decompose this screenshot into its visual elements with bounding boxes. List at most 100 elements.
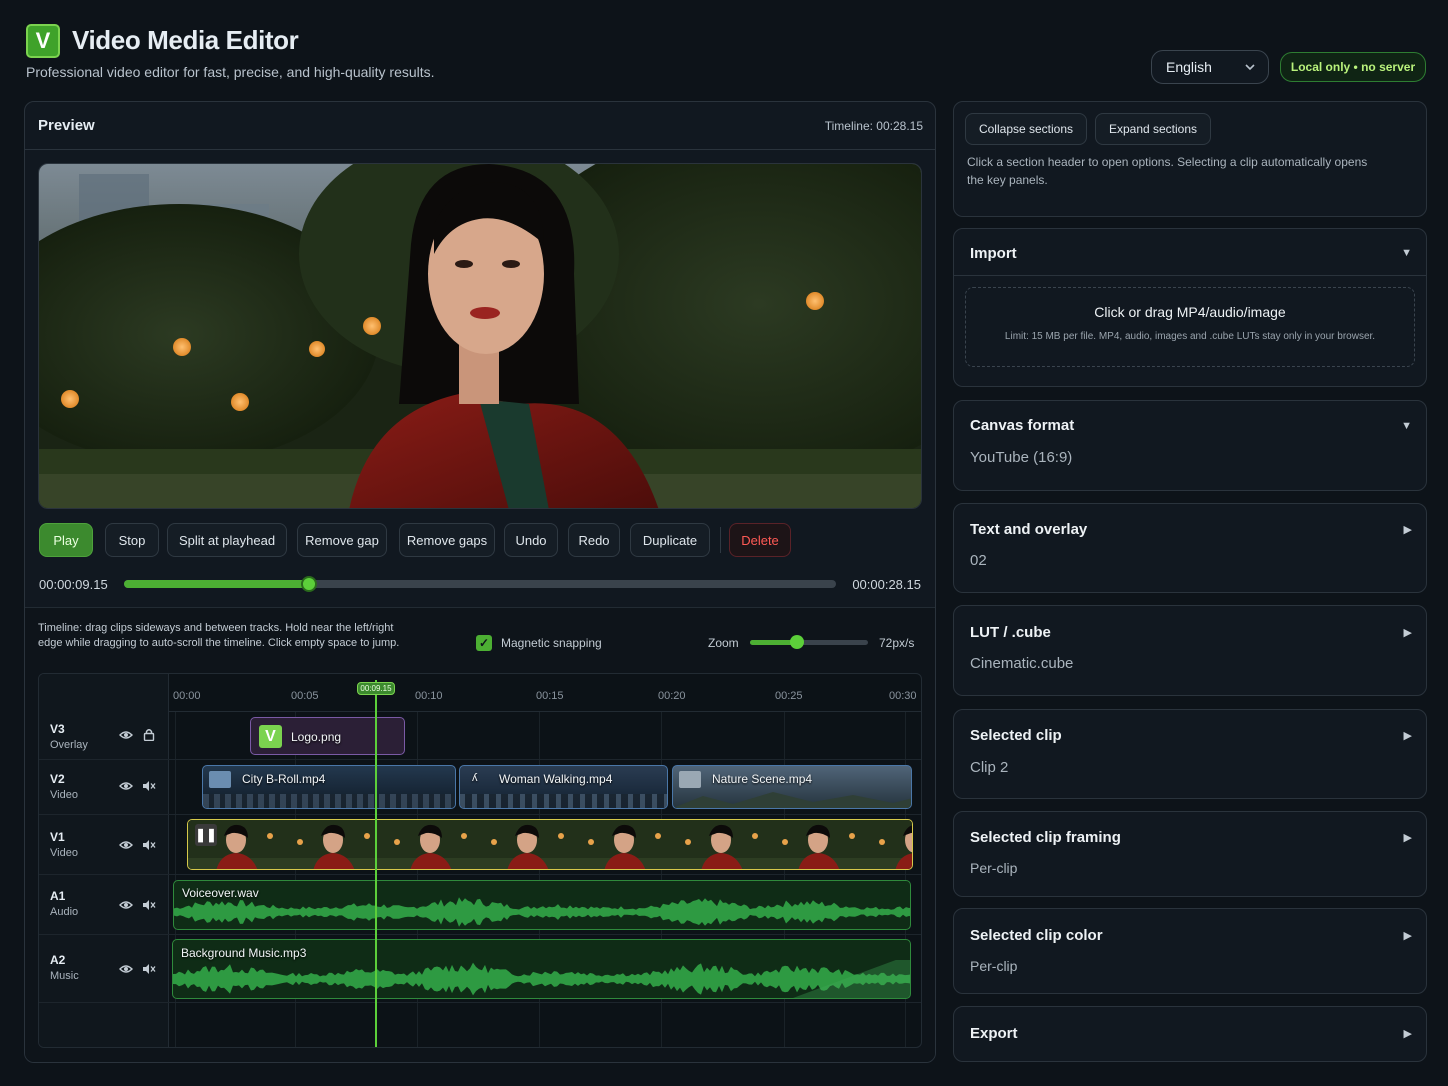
timeline-ruler[interactable]: 00:00 00:05 00:10 00:15 00:20 00:25 00:3… <box>169 674 921 712</box>
eye-icon[interactable] <box>119 730 133 740</box>
track-name: A1 <box>50 889 66 903</box>
app-logo: V <box>26 24 60 58</box>
eye-icon[interactable] <box>119 781 133 791</box>
magnetic-snapping-checkbox[interactable]: ✓ <box>476 635 492 651</box>
track-type: Overlay <box>50 739 88 751</box>
selected-clip-color-section[interactable]: Selected clip color ▶ Per-clip <box>953 908 1427 994</box>
track-v3[interactable]: V3 Overlay V Logo.png <box>39 712 921 760</box>
redo-button[interactable]: Redo <box>568 523 620 557</box>
canvas-format-section[interactable]: Canvas format ▼ YouTube (16:9) <box>953 400 1427 491</box>
clip-woman-walking[interactable]: ʎ Woman Walking.mp4 <box>459 765 668 809</box>
ruler-tick: 00:10 <box>415 690 443 702</box>
timeline-grid[interactable]: 00:00 00:05 00:10 00:15 00:20 00:25 00:3… <box>38 673 922 1048</box>
section-value: Clip 2 <box>970 759 1009 776</box>
delete-button[interactable]: Delete <box>729 523 791 557</box>
selected-clip-section[interactable]: Selected clip ▶ Clip 2 <box>953 709 1427 799</box>
video-preview[interactable] <box>38 163 922 509</box>
eye-icon[interactable] <box>119 840 133 850</box>
export-section[interactable]: Export ▶ <box>953 1006 1427 1062</box>
track-v2[interactable]: V2 Video City B-Roll.mp4 ʎ Woman Walking… <box>39 760 921 815</box>
ruler-tick: 00:15 <box>536 690 564 702</box>
dropzone-limit: Limit: 15 MB per file. MP4, audio, image… <box>1004 331 1376 342</box>
section-title: Import <box>970 245 1017 262</box>
file-dropzone[interactable]: Click or drag MP4/audio/image Limit: 15 … <box>965 287 1415 367</box>
clip-city-broll[interactable]: City B-Roll.mp4 <box>202 765 456 809</box>
track-v1[interactable]: V1 Video ❚❚ <box>39 815 921 875</box>
mute-icon[interactable] <box>142 963 156 975</box>
remove-gaps-button[interactable]: Remove gaps <box>399 523 495 557</box>
expand-sections-button[interactable]: Expand sections <box>1095 113 1211 145</box>
sections-control-card: Collapse sections Expand sections Click … <box>953 101 1427 217</box>
waveform-voiceover <box>174 897 910 927</box>
mute-icon[interactable] <box>142 899 156 911</box>
caret-right-icon: ▶ <box>1403 930 1412 942</box>
track-name: A2 <box>50 953 66 967</box>
playhead-time-tag[interactable]: 00:09.15 <box>357 682 395 695</box>
clip-background-music[interactable]: Background Music.mp3 <box>172 939 911 999</box>
track-a2[interactable]: A2 Music Background Music.mp3 <box>39 935 921 1003</box>
lock-icon[interactable] <box>143 728 155 741</box>
scrubber-fill <box>124 580 310 588</box>
track-name: V3 <box>50 722 65 736</box>
preview-header: Preview Timeline: 00:28.15 <box>25 102 935 150</box>
section-value: YouTube (16:9) <box>970 449 1073 466</box>
clip-label: Background Music.mp3 <box>181 946 307 960</box>
selected-clip-framing-section[interactable]: Selected clip framing ▶ Per-clip <box>953 811 1427 897</box>
clip-nature-scene[interactable]: Nature Scene.mp4 <box>672 765 912 809</box>
lut-section[interactable]: LUT / .cube ▶ Cinematic.cube <box>953 605 1427 696</box>
mute-icon[interactable] <box>142 780 156 792</box>
caret-down-icon: ▼ <box>1401 420 1412 432</box>
timeline-help-text: Timeline: drag clips sideways and betwee… <box>38 622 400 649</box>
zoom-slider[interactable] <box>750 635 868 649</box>
collapse-sections-button[interactable]: Collapse sections <box>965 113 1087 145</box>
playback-scrubber[interactable] <box>124 576 836 592</box>
track-name: V2 <box>50 772 65 786</box>
zoom-value: 72px/s <box>879 636 915 650</box>
caret-down-icon: ▼ <box>1401 247 1412 259</box>
section-title: Text and overlay <box>970 521 1088 538</box>
text-overlay-section[interactable]: Text and overlay ▶ 02 <box>953 503 1427 593</box>
section-value: Per-clip <box>970 958 1018 974</box>
current-time: 00:00:09.15 <box>39 577 108 592</box>
section-title: Selected clip framing <box>970 829 1121 846</box>
play-button[interactable]: Play <box>39 523 93 557</box>
language-select[interactable]: English <box>1151 50 1269 84</box>
split-at-playhead-button[interactable]: Split at playhead <box>167 523 287 557</box>
import-header[interactable]: Import ▼ <box>954 229 1426 276</box>
stop-button[interactable]: Stop <box>105 523 159 557</box>
preview-panel: Preview Timeline: 00:28.15 Play Stop Spl… <box>24 101 936 1063</box>
duplicate-button[interactable]: Duplicate <box>630 523 710 557</box>
scrubber-handle[interactable] <box>301 576 318 592</box>
caret-right-icon: ▶ <box>1403 1028 1412 1040</box>
zoom-handle[interactable] <box>790 635 805 649</box>
city-skyline-strip <box>203 794 455 808</box>
local-only-badge: Local only • no server <box>1280 52 1426 82</box>
toolbar-divider <box>720 527 721 553</box>
remove-gap-button[interactable]: Remove gap <box>297 523 387 557</box>
clip-main-video[interactable]: ❚❚ <box>187 819 913 870</box>
track-name: V1 <box>50 830 65 844</box>
undo-button[interactable]: Undo <box>504 523 558 557</box>
track-a1[interactable]: A1 Audio Voiceover.wav <box>39 875 921 935</box>
filmstrip-thumbnails <box>188 820 912 869</box>
track-type: Music <box>50 970 79 982</box>
clip-thumbnail <box>209 771 231 788</box>
clip-logo[interactable]: V Logo.png <box>250 717 405 755</box>
playhead-line[interactable] <box>375 680 377 1047</box>
clip-voiceover[interactable]: Voiceover.wav <box>173 880 911 930</box>
app-subtitle: Professional video editor for fast, prec… <box>26 64 435 80</box>
track-type: Video <box>50 789 78 801</box>
clip-label: Woman Walking.mp4 <box>499 772 613 786</box>
eye-icon[interactable] <box>119 900 133 910</box>
ruler-tick: 00:00 <box>173 690 201 702</box>
section-title: Selected clip <box>970 727 1062 744</box>
total-time: 00:00:28.15 <box>852 577 921 592</box>
dropzone-title: Click or drag MP4/audio/image <box>1094 304 1286 320</box>
ruler-tick: 00:05 <box>291 690 319 702</box>
mute-icon[interactable] <box>142 839 156 851</box>
eye-icon[interactable] <box>119 964 133 974</box>
track-type: Video <box>50 847 78 859</box>
pause-icon[interactable]: ❚❚ <box>195 824 217 846</box>
caret-right-icon: ▶ <box>1403 832 1412 844</box>
clip-thumbnail <box>679 771 701 788</box>
